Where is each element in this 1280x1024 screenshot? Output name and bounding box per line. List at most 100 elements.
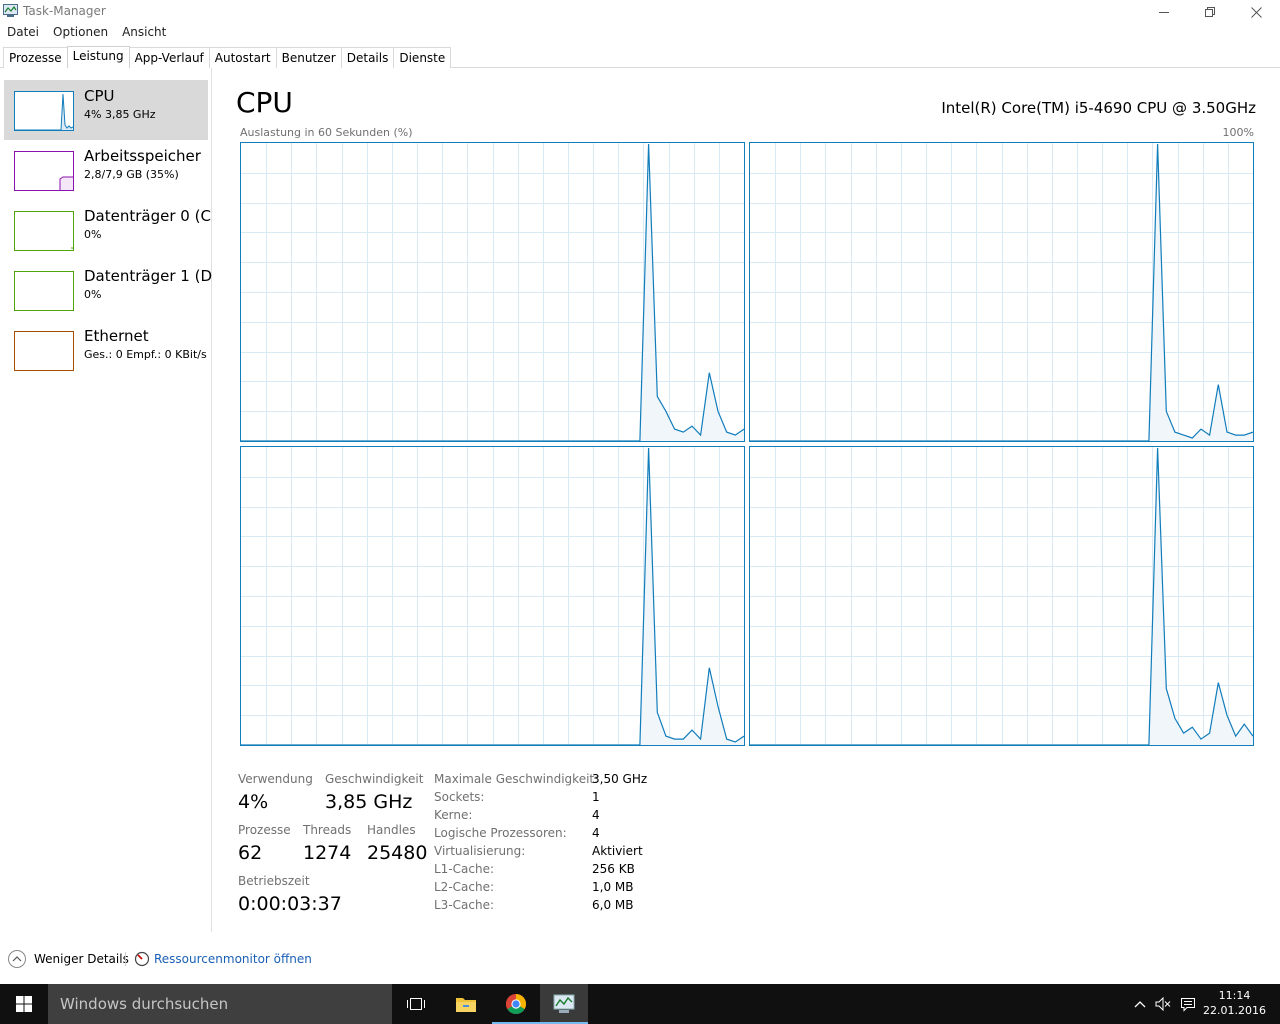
footer-divider [125,952,126,966]
sidebar-item-cpu[interactable]: CPU 4% 3,85 GHz [4,80,208,140]
spec-value: 1,0 MB [592,880,634,894]
tray-overflow-button[interactable] [1128,984,1152,1024]
search-placeholder: Windows durchsuchen [60,995,229,1013]
grid [241,447,744,745]
sidebar-item-value: 2,8/7,9 GB (35%) [84,168,179,181]
uptime-label: Betriebszeit [238,874,310,888]
resource-monitor-icon[interactable] [134,951,150,967]
threads-value: 1274 [303,842,352,864]
handles-value: 25480 [367,842,428,864]
processes-value: 62 [238,842,263,864]
taskbar: Windows durchsuchen 11:14 22.01.2016 [0,984,1280,1024]
sidebar-item-ethernet[interactable]: Ethernet Ges.: 0 Empf.: 0 KBit/s [4,320,208,380]
core-2-chart [241,447,744,745]
sidebar-item-datentraeger-1[interactable]: Datenträger 1 (D: E 0% [4,260,212,320]
speed-label: Geschwindigkeit [325,772,424,786]
disk0-thumbnail-graph [14,211,74,251]
grid [750,447,1253,745]
task-manager-app-icon [3,4,18,17]
core-1-graph [749,142,1254,442]
clock-time: 11:14 [1218,989,1251,1002]
uptime-value: 0:00:03:37 [238,893,342,915]
sidebar-item-datentraeger-0[interactable]: Datenträger 0 (C:) 0% [4,200,212,260]
restore-button[interactable] [1187,0,1233,24]
grid [750,143,1253,441]
fewer-details-button[interactable] [8,950,26,968]
tab-details[interactable]: Details [340,47,395,68]
core-2-graph [240,446,745,746]
file-explorer-button[interactable] [442,984,490,1024]
core-0-chart [241,143,744,441]
tab-leistung[interactable]: Leistung [66,46,130,68]
chevron-up-icon [8,950,26,968]
disk1-thumbnail-graph [14,271,74,311]
task-view-icon [407,998,425,1010]
usage-value: 4% [238,791,269,813]
folder-icon [456,998,476,1012]
core-1-chart [750,143,1253,441]
threads-label: Threads [303,823,352,837]
fewer-details-label[interactable]: Weniger Details [34,952,129,966]
chrome-button[interactable] [492,984,540,1024]
core-3-graph [749,446,1254,746]
usage-label: Verwendung [238,772,313,786]
spec-label: L1-Cache: [434,862,495,876]
sidebar-item-label: Arbeitsspeicher [84,147,201,165]
grid [241,143,744,441]
tab-autostart[interactable]: Autostart [208,47,277,68]
tab-dienste[interactable]: Dienste [393,47,452,68]
notification-icon [1181,997,1195,1012]
memory-thumbnail-graph [14,151,74,191]
spec-value: 256 KB [592,862,635,876]
task-manager-taskbar-button[interactable] [540,984,588,1024]
resource-sidebar: CPU 4% 3,85 GHz Arbeitsspeicher 2,8/7,9 … [0,68,212,932]
taskbar-clock[interactable]: 11:14 22.01.2016 [1203,988,1266,1018]
open-resource-monitor-link[interactable]: Ressourcenmonitor öffnen [154,952,312,966]
close-button[interactable] [1233,0,1279,24]
sidebar-item-arbeitsspeicher[interactable]: Arbeitsspeicher 2,8/7,9 GB (35%) [4,140,208,200]
task-manager-window: Task-Manager Datei Optionen Ansicht Proz… [0,0,1280,984]
tab-prozesse[interactable]: Prozesse [3,47,68,68]
restore-icon [1205,7,1215,17]
handles-label: Handles [367,823,416,837]
start-button[interactable] [0,984,48,1024]
menu-datei[interactable]: Datei [0,24,46,43]
chevron-up-icon [1134,1001,1146,1008]
menu-optionen[interactable]: Optionen [46,24,115,43]
spec-label: Logische Prozessoren: [434,826,567,840]
sidebar-item-label: Ethernet [84,327,149,345]
window-title: Task-Manager [23,4,106,18]
spec-label: Kerne: [434,808,473,822]
spec-label: Maximale Geschwindigkeit: [434,772,599,786]
taskbar-search-box[interactable]: Windows durchsuchen [48,984,392,1024]
spec-value: 4 [592,826,600,840]
spec-label: L3-Cache: [434,898,495,912]
ethernet-thumbnail-graph [14,331,74,371]
speed-value: 3,85 GHz [325,791,413,813]
task-view-button[interactable] [392,984,440,1024]
spec-label: Virtualisierung: [434,844,526,858]
sidebar-item-label: Datenträger 0 (C:) [84,207,212,225]
task-manager-icon [553,994,575,1013]
minimize-button[interactable] [1141,0,1187,24]
spec-value: 6,0 MB [592,898,634,912]
sidebar-item-label: Datenträger 1 (D: E [84,267,212,285]
core-3-chart [750,447,1253,745]
chrome-icon [506,994,526,1014]
cpu-thumbnail-graph [14,91,74,131]
tab-app-verlauf[interactable]: App-Verlauf [128,47,210,68]
sidebar-item-value: 0% [84,228,102,241]
windows-logo-icon [16,996,32,1012]
close-icon [1250,6,1262,18]
tab-benutzer[interactable]: Benutzer [275,47,342,68]
graph-caption: Auslastung in 60 Sekunden (%) [240,126,413,139]
spec-label: Sockets: [434,790,485,804]
action-center-button[interactable] [1176,984,1200,1024]
volume-button[interactable] [1151,984,1175,1024]
title-bar: Task-Manager [0,0,1280,24]
menu-ansicht[interactable]: Ansicht [115,24,173,43]
processes-label: Prozesse [238,823,291,837]
spec-value: 4 [592,808,600,822]
spec-value: Aktiviert [592,844,643,858]
sidebar-item-value: Ges.: 0 Empf.: 0 KBit/s [84,348,207,361]
